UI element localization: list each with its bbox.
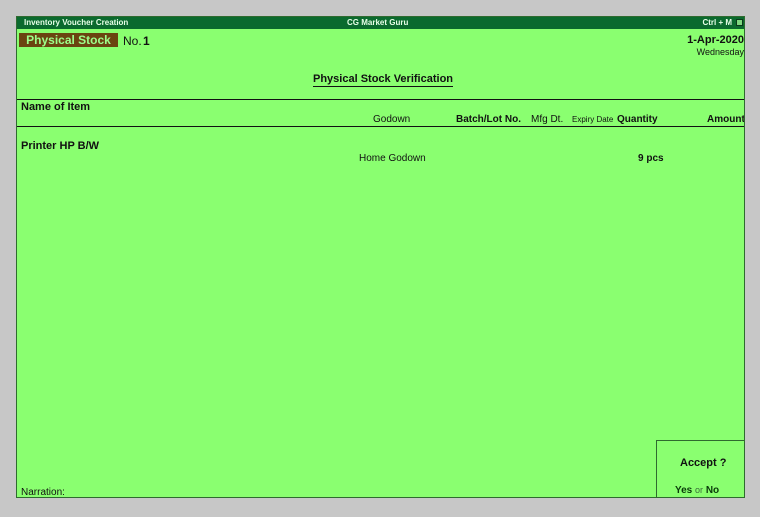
title-bar: Inventory Voucher Creation CG Market Gur… bbox=[17, 17, 744, 29]
column-batch: Batch/Lot No. bbox=[456, 114, 521, 125]
company-name: CG Market Guru bbox=[347, 18, 409, 27]
voucher-type-badge[interactable]: Physical Stock bbox=[19, 33, 118, 47]
voucher-number[interactable]: 1 bbox=[143, 34, 150, 48]
accept-no-button[interactable]: No bbox=[706, 485, 719, 496]
accept-yes-button[interactable]: Yes bbox=[675, 485, 692, 496]
voucher-date[interactable]: 1-Apr-2020 bbox=[687, 34, 744, 46]
shortcut-hint: Ctrl + M bbox=[702, 18, 732, 27]
item-name[interactable]: Printer HP B/W bbox=[21, 140, 99, 152]
column-godown: Godown bbox=[373, 114, 411, 125]
voucher-title: Physical Stock Verification bbox=[313, 73, 454, 87]
item-quantity[interactable]: 9 pcs bbox=[638, 153, 664, 164]
column-quantity: Quantity bbox=[617, 114, 658, 125]
column-name-of-item: Name of Item bbox=[21, 101, 91, 113]
window-title: Inventory Voucher Creation bbox=[24, 18, 129, 27]
accept-or-label: or bbox=[695, 485, 704, 495]
accept-prompt: Accept ? bbox=[680, 457, 727, 469]
header-divider-top bbox=[17, 99, 744, 100]
column-amount: Amount bbox=[707, 114, 745, 125]
voucher-day: Wednesday bbox=[696, 47, 744, 57]
column-mfg-date: Mfg Dt. bbox=[531, 114, 564, 125]
column-expiry-date: Expiry Date bbox=[572, 115, 614, 124]
narration-label[interactable]: Narration: bbox=[21, 487, 65, 497]
voucher-window: Inventory Voucher Creation CG Market Gur… bbox=[16, 16, 745, 498]
minimize-icon[interactable] bbox=[736, 19, 743, 26]
header-divider-bottom bbox=[17, 126, 744, 127]
voucher-number-label: No. bbox=[123, 34, 142, 48]
accept-choices: Yes or No bbox=[675, 485, 719, 496]
accept-dialog: Accept ? Yes or No bbox=[656, 440, 744, 497]
item-godown[interactable]: Home Godown bbox=[359, 153, 426, 164]
